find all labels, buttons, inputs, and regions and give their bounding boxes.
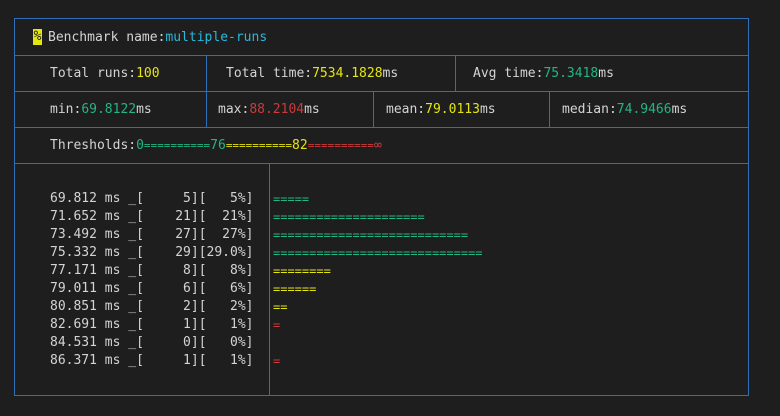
- histogram-row-label: 75.332 ms _[ 29][29.0%]: [50, 245, 254, 260]
- histogram-row-label: 71.652 ms _[ 21][ 21%]: [50, 209, 254, 224]
- histogram-bar: ==: [273, 300, 288, 314]
- benchmark-name-label: Benchmark name:: [48, 29, 166, 45]
- thresholds-row: Thresholds: 0 ========== 76 ========== 8…: [15, 127, 748, 164]
- total-time: Total time: 7534.1828 ms: [226, 65, 399, 81]
- benchmark-icon: %: [33, 29, 42, 45]
- total-time-value: 7534.1828: [312, 65, 383, 81]
- histogram-row-label: 73.492 ms _[ 27][ 27%]: [50, 227, 254, 242]
- histogram-bar: =: [273, 318, 281, 332]
- histogram-row-label: 82.691 ms _[ 1][ 1%]: [50, 317, 254, 332]
- histogram-row-label: 84.531 ms _[ 0][ 0%]: [50, 335, 254, 350]
- avg-time-value: 75.3418: [543, 65, 599, 81]
- divider: [206, 55, 207, 91]
- divider: [206, 91, 207, 127]
- divider: [549, 91, 550, 127]
- histogram-bar: ========: [273, 264, 331, 278]
- divider: [455, 55, 456, 91]
- mean-stat: mean: 79.0113 ms: [386, 101, 496, 117]
- thresholds-label: Thresholds:: [50, 137, 137, 153]
- histogram-bar: =====================: [273, 210, 425, 224]
- histogram-bar: ======: [273, 282, 317, 296]
- median-stat: median: 74.9466 ms: [562, 101, 688, 117]
- histogram-row-label: 69.812 ms _[ 5][ 5%]: [50, 191, 254, 206]
- stats-row: min: 69.8122 ms max: 88.2104 ms mean: 79…: [15, 91, 748, 128]
- summary-row: Total runs: 100 Total time: 7534.1828 ms…: [15, 55, 748, 92]
- histogram-bar: =============================: [273, 246, 483, 260]
- histogram-bar: ===========================: [273, 228, 469, 242]
- histogram-row-label: 80.851 ms _[ 2][ 2%]: [50, 299, 254, 314]
- histogram-divider: [269, 163, 270, 395]
- min-stat: min: 69.8122 ms: [50, 101, 152, 117]
- histogram-row-label: 77.171 ms _[ 8][ 8%]: [50, 263, 254, 278]
- thresholds: Thresholds: 0 ========== 76 ========== 8…: [50, 137, 382, 153]
- histogram-bar: =: [273, 354, 281, 368]
- total-runs: Total runs: 100: [50, 65, 160, 81]
- benchmark-report: % Benchmark name: multiple-runs Total run…: [14, 18, 749, 396]
- mean-value: 79.0113: [425, 101, 480, 117]
- histogram-row-label: 79.011 ms _[ 6][ 6%]: [50, 281, 254, 296]
- min-value: 69.8122: [81, 101, 137, 117]
- histogram-bar: =====: [273, 192, 310, 206]
- median-value: 74.9466: [616, 101, 672, 117]
- header-row: % Benchmark name: multiple-runs: [15, 19, 748, 56]
- max-value: 88.2104: [249, 101, 305, 117]
- avg-time: Avg time: 75.3418 ms: [473, 65, 614, 81]
- divider: [373, 91, 374, 127]
- benchmark-name: multiple-runs: [165, 29, 268, 45]
- histogram-row-label: 86.371 ms _[ 1][ 1%]: [50, 353, 254, 368]
- total-runs-value: 100: [136, 65, 160, 81]
- max-stat: max: 88.2104 ms: [218, 101, 320, 117]
